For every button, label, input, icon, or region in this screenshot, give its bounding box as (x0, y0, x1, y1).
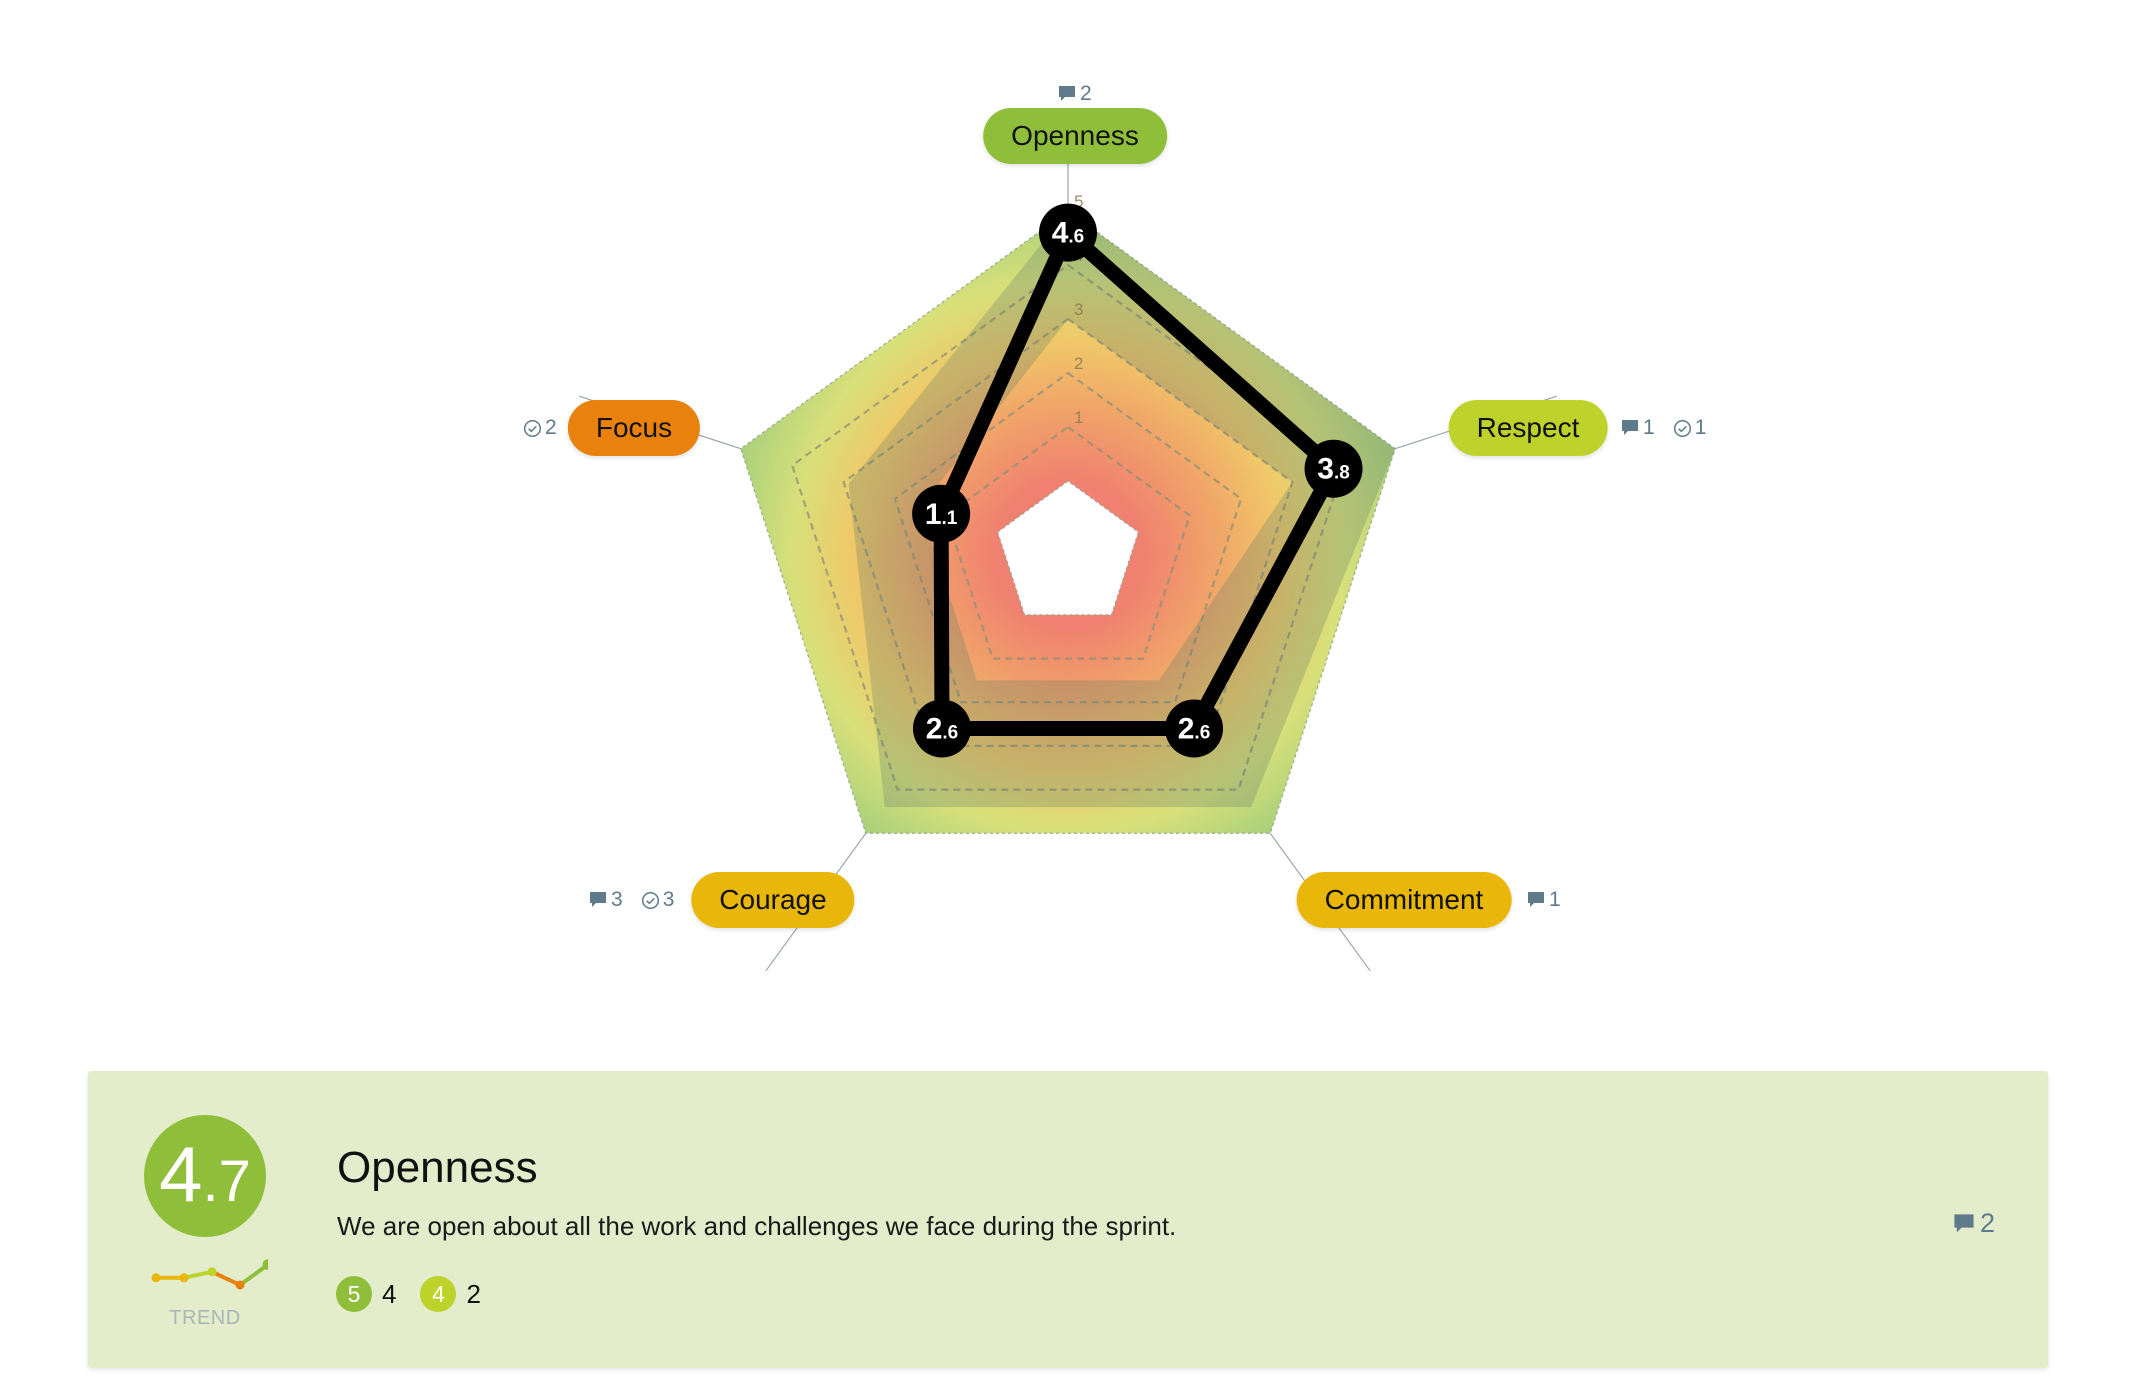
data-point[interactable]: 2.6 (912, 699, 971, 758)
respect-meta: 1 1 (1620, 416, 1706, 440)
action-count[interactable]: 1 (1673, 416, 1707, 440)
check-circle-icon (523, 419, 542, 437)
dimension-detail-card: 4.7 TREND Openness We are open about all… (88, 1071, 2048, 1368)
card-comment-count-value: 2 (1979, 1208, 1995, 1238)
trend-point (207, 1267, 217, 1277)
action-count-value: 3 (662, 888, 675, 911)
action-count[interactable]: 3 (641, 888, 675, 912)
score-badge: 4.7 (144, 1115, 266, 1237)
dimension-pill-respect[interactable]: Respect (1448, 400, 1608, 456)
trend-label: TREND (169, 1307, 241, 1329)
vote-count: 4 (382, 1278, 397, 1309)
vote-score-badge: 4 (420, 1276, 457, 1312)
score-integer: 4 (159, 1130, 203, 1218)
openness-meta: 2 (1057, 82, 1092, 106)
data-point[interactable]: 2.6 (1165, 699, 1224, 758)
vote-distribution: 5 4 4 2 (336, 1276, 495, 1312)
action-count-value: 2 (545, 416, 557, 439)
vote-count: 2 (466, 1278, 481, 1309)
trend-sparkline[interactable] (148, 1257, 268, 1297)
check-circle-icon (641, 891, 659, 909)
trend-point (151, 1273, 161, 1283)
comment-count[interactable]: 1 (1526, 888, 1561, 912)
action-count[interactable]: 2 (523, 416, 557, 440)
data-point[interactable]: 4.6 (1039, 203, 1097, 262)
tick-label: 2 (1074, 354, 1083, 373)
comment-count[interactable]: 3 (588, 888, 623, 912)
check-circle-icon (1673, 419, 1691, 437)
dimension-pill-courage[interactable]: Courage (691, 872, 855, 928)
dimension-title: Openness (337, 1143, 538, 1192)
vote-score-badge: 5 (336, 1276, 372, 1312)
dimension-pill-openness[interactable]: Openness (983, 108, 1167, 164)
comment-count[interactable]: 1 (1620, 416, 1655, 440)
trend-segment (211, 1269, 241, 1287)
trend-point (235, 1280, 245, 1290)
comment-icon (590, 892, 606, 907)
score-decimal: .7 (202, 1149, 251, 1214)
dimension-description: We are open about all the work and chall… (337, 1211, 1177, 1241)
tick-label: 3 (1074, 300, 1083, 319)
comment-count-value: 1 (1549, 888, 1561, 911)
tick-label: 1 (1074, 408, 1083, 427)
comment-count-value: 1 (1643, 416, 1655, 439)
comment-icon (1528, 892, 1544, 907)
action-count-value: 1 (1694, 416, 1707, 439)
dimension-pill-commitment[interactable]: Commitment (1296, 872, 1512, 928)
comment-icon (1954, 1213, 1974, 1232)
data-point[interactable]: 3.8 (1304, 439, 1363, 498)
dimension-pill-focus[interactable]: Focus (567, 400, 701, 456)
focus-meta: 2 (523, 416, 557, 440)
courage-meta: 3 3 (588, 888, 674, 912)
comment-count[interactable]: 2 (1057, 82, 1092, 106)
trend-point (179, 1273, 189, 1283)
data-point[interactable]: 1.1 (912, 484, 971, 543)
card-comment-count[interactable]: 2 (1952, 1208, 1995, 1239)
comment-count-value: 2 (1080, 82, 1092, 105)
comment-icon (1622, 420, 1638, 435)
comment-icon (1059, 86, 1075, 101)
commitment-meta: 1 (1526, 888, 1561, 912)
comment-count-value: 3 (611, 888, 623, 911)
